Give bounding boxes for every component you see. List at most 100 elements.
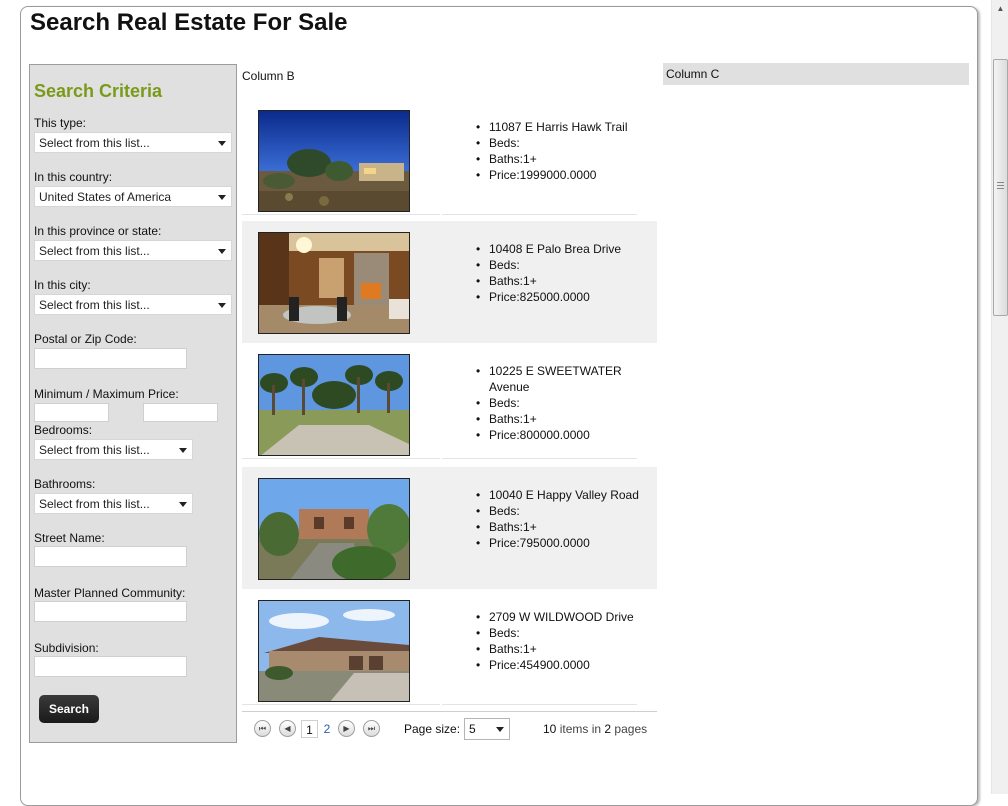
price-label: Minimum / Maximum Price: bbox=[34, 387, 179, 401]
city-select-value: Select from this list... bbox=[39, 298, 150, 312]
first-page-button[interactable]: ⏮ bbox=[254, 720, 271, 737]
postal-label: Postal or Zip Code: bbox=[34, 332, 137, 346]
bathrooms-select[interactable]: Select from this list... bbox=[34, 493, 193, 514]
listing-details: 2709 W WILDWOOD Drive Beds: Baths:1+ Pri… bbox=[476, 609, 654, 673]
listing-address[interactable]: 11087 E Harris Hawk Trail bbox=[476, 119, 654, 135]
chevron-down-icon bbox=[179, 448, 187, 453]
column-c-header: Column C bbox=[663, 63, 969, 85]
divider bbox=[442, 214, 637, 215]
last-page-icon: ⏭ bbox=[367, 724, 376, 733]
listing-address[interactable]: 10225 E SWEETWATER Avenue bbox=[476, 363, 654, 395]
listing-row: 11087 E Harris Hawk Trail Beds: Baths:1+… bbox=[242, 99, 657, 221]
pager-item-count: 10 bbox=[543, 722, 557, 736]
listing-details: 10040 E Happy Valley Road Beds: Baths:1+… bbox=[476, 487, 654, 551]
pager: ⏮ ◀ 1 2 ▶ ⏭ Page size: 5 10 items in 2 p… bbox=[242, 711, 657, 745]
listing-photo[interactable] bbox=[258, 478, 410, 580]
chevron-up-icon: ▲ bbox=[996, 4, 1005, 13]
subdivision-label: Subdivision: bbox=[34, 641, 99, 655]
page-title: Search Real Estate For Sale bbox=[30, 9, 348, 36]
listing-details: 11087 E Harris Hawk Trail Beds: Baths:1+… bbox=[476, 119, 654, 183]
type-select-value: Select from this list... bbox=[39, 136, 150, 150]
listing-baths: Baths:1+ bbox=[476, 273, 654, 289]
community-input[interactable] bbox=[34, 601, 187, 622]
divider bbox=[242, 704, 440, 705]
listing-details: 10408 E Palo Brea Drive Beds: Baths:1+ P… bbox=[476, 241, 654, 305]
pager-page-count: 2 bbox=[604, 722, 612, 736]
chevron-down-icon bbox=[218, 141, 226, 146]
subdivision-input[interactable] bbox=[34, 656, 187, 677]
street-name-input[interactable] bbox=[34, 546, 187, 567]
bathrooms-label: Bathrooms: bbox=[34, 477, 96, 491]
divider bbox=[442, 458, 637, 459]
listing-photo[interactable] bbox=[258, 110, 410, 212]
listing-baths: Baths:1+ bbox=[476, 641, 654, 657]
listing-row: 10408 E Palo Brea Drive Beds: Baths:1+ P… bbox=[242, 221, 657, 343]
page-size-label: Page size: bbox=[404, 722, 461, 736]
search-button[interactable]: Search bbox=[39, 695, 99, 723]
listing-address[interactable]: 10040 E Happy Valley Road bbox=[476, 487, 654, 503]
street-label: Street Name: bbox=[34, 531, 105, 545]
listing-photo[interactable] bbox=[258, 232, 410, 334]
state-select[interactable]: Select from this list... bbox=[34, 240, 232, 261]
listing-details: 10225 E SWEETWATER Avenue Beds: Baths:1+… bbox=[476, 363, 654, 443]
listing-beds: Beds: bbox=[476, 135, 654, 151]
listing-price: Price:1999000.0000 bbox=[476, 167, 654, 183]
listing-baths: Baths:1+ bbox=[476, 151, 654, 167]
listing-address[interactable]: 2709 W WILDWOOD Drive bbox=[476, 609, 654, 625]
listing-beds: Beds: bbox=[476, 395, 654, 411]
bedrooms-label: Bedrooms: bbox=[34, 423, 93, 437]
listing-row: 2709 W WILDWOOD Drive Beds: Baths:1+ Pri… bbox=[242, 589, 657, 711]
column-c-label: Column C bbox=[666, 67, 720, 81]
last-page-button[interactable]: ⏭ bbox=[363, 720, 380, 737]
pager-info-end: pages bbox=[614, 722, 648, 736]
search-panel: Search Criteria This type: Select from t… bbox=[29, 64, 237, 743]
grip-icon bbox=[997, 182, 1004, 189]
listing-price: Price:800000.0000 bbox=[476, 427, 654, 443]
city-select[interactable]: Select from this list... bbox=[34, 294, 232, 315]
pager-info: 10 items in 2 pages bbox=[543, 722, 647, 736]
divider bbox=[242, 458, 440, 459]
type-select[interactable]: Select from this list... bbox=[34, 132, 232, 153]
page-1[interactable]: 1 bbox=[301, 720, 318, 738]
page-size-select[interactable]: 5 bbox=[464, 718, 510, 740]
listing-price: Price:825000.0000 bbox=[476, 289, 654, 305]
listing-photo[interactable] bbox=[258, 354, 410, 456]
community-label: Master Planned Community: bbox=[34, 586, 186, 600]
page-size-value: 5 bbox=[469, 722, 476, 736]
vertical-scrollbar[interactable]: ▲ bbox=[991, 0, 1008, 794]
scroll-thumb[interactable] bbox=[993, 59, 1008, 316]
listing-beds: Beds: bbox=[476, 503, 654, 519]
listing-address[interactable]: 10408 E Palo Brea Drive bbox=[476, 241, 654, 257]
chevron-down-icon bbox=[496, 727, 504, 732]
listing-baths: Baths:1+ bbox=[476, 411, 654, 427]
listing-price: Price:795000.0000 bbox=[476, 535, 654, 551]
page-2[interactable]: 2 bbox=[321, 720, 333, 738]
chevron-down-icon bbox=[179, 502, 187, 507]
first-page-icon: ⏮ bbox=[258, 724, 267, 733]
bedrooms-select[interactable]: Select from this list... bbox=[34, 439, 193, 460]
bathrooms-select-value: Select from this list... bbox=[39, 497, 150, 511]
bedrooms-select-value: Select from this list... bbox=[39, 443, 150, 457]
listing-price: Price:454900.0000 bbox=[476, 657, 654, 673]
postal-code-input[interactable] bbox=[34, 348, 187, 369]
prev-page-icon: ◀ bbox=[284, 724, 291, 733]
country-select-value: United States of America bbox=[39, 190, 172, 204]
prev-page-button[interactable]: ◀ bbox=[279, 720, 296, 737]
city-label: In this city: bbox=[34, 278, 91, 292]
listing-beds: Beds: bbox=[476, 257, 654, 273]
type-label: This type: bbox=[34, 116, 87, 130]
listing-beds: Beds: bbox=[476, 625, 654, 641]
max-price-input[interactable] bbox=[143, 403, 218, 422]
min-price-input[interactable] bbox=[34, 403, 109, 422]
state-select-value: Select from this list... bbox=[39, 244, 150, 258]
search-criteria-heading: Search Criteria bbox=[34, 81, 163, 101]
next-page-button[interactable]: ▶ bbox=[338, 720, 355, 737]
divider bbox=[442, 704, 637, 705]
column-b-label: Column B bbox=[242, 69, 295, 83]
divider bbox=[242, 214, 440, 215]
scroll-up-button[interactable]: ▲ bbox=[992, 0, 1008, 17]
listing-baths: Baths:1+ bbox=[476, 519, 654, 535]
chevron-down-icon bbox=[218, 249, 226, 254]
country-select[interactable]: United States of America bbox=[34, 186, 232, 207]
listing-photo[interactable] bbox=[258, 600, 410, 702]
